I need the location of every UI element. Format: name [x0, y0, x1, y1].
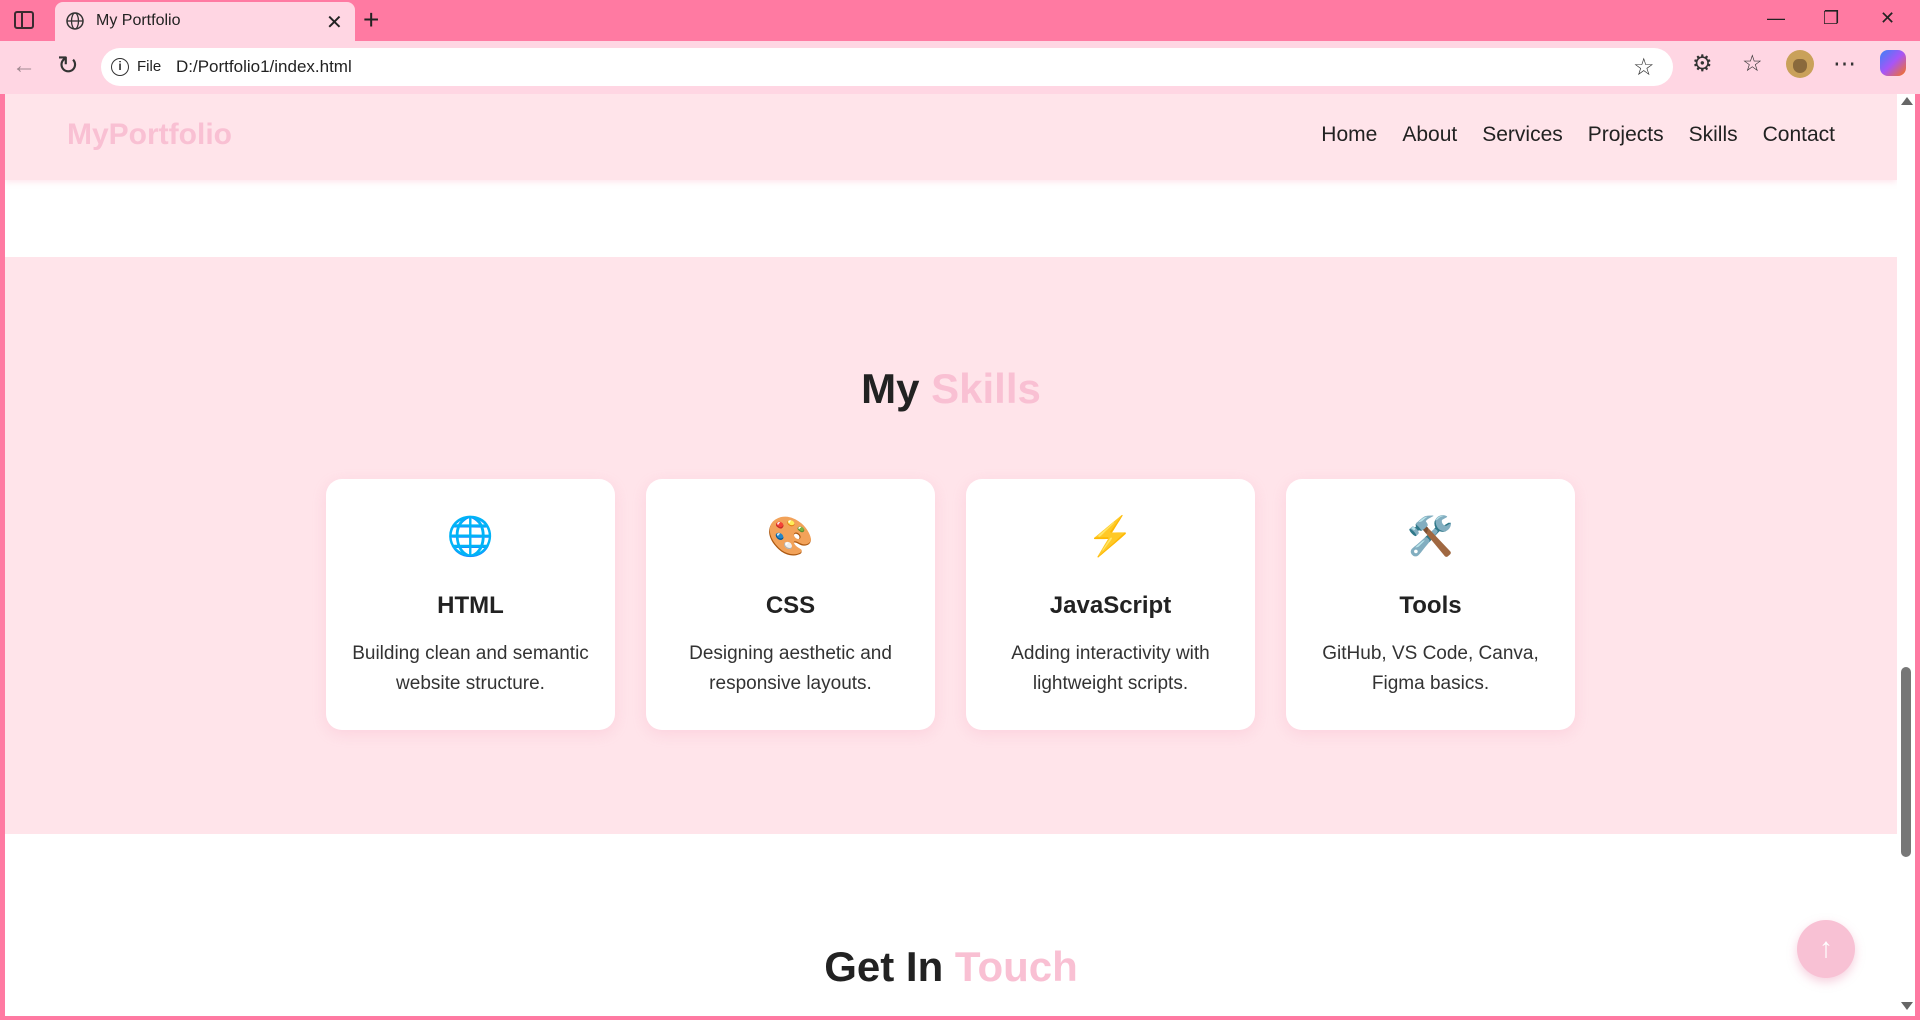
back-arrow-icon[interactable]: ←	[12, 52, 36, 80]
skill-card-css: 🎨 CSS Designing aesthetic and responsive…	[646, 479, 935, 730]
page-viewport: MyPortfolio Home About Services Projects…	[5, 94, 1897, 1016]
nav-about[interactable]: About	[1402, 123, 1457, 147]
more-options-icon[interactable]: ⋯	[1833, 50, 1856, 77]
skill-card-title: JavaScript	[1049, 592, 1172, 619]
nav-home[interactable]: Home	[1321, 123, 1377, 147]
nav-services[interactable]: Services	[1482, 123, 1563, 147]
skill-card-tools: 🛠️ Tools GitHub, VS Code, Canva, Figma b…	[1286, 479, 1575, 730]
reload-icon[interactable]: ↻	[57, 50, 79, 81]
skill-card-text: Designing aesthetic and responsive layou…	[689, 643, 892, 694]
skills-title: My Skills	[5, 365, 1897, 413]
close-tab-icon[interactable]: ✕	[326, 10, 343, 35]
skills-section: My Skills 🌐 HTML Building clean and sema…	[5, 257, 1897, 834]
scroll-down-arrow-icon[interactable]	[1901, 1002, 1913, 1010]
site-nav: Home About Services Projects Skills Cont…	[1321, 123, 1835, 147]
skills-cards: 🌐 HTML Building clean and semantic websi…	[326, 479, 1575, 730]
minimize-button[interactable]: —	[1767, 8, 1785, 29]
profile-avatar[interactable]	[1786, 50, 1814, 78]
favorite-star-icon[interactable]: ☆	[1633, 53, 1655, 82]
skills-title-main: My	[861, 365, 920, 412]
contact-title: Get In Touch	[5, 943, 1897, 991]
browser-tab[interactable]: My Portfolio ✕	[55, 2, 355, 41]
skill-card-title: Tools	[1399, 592, 1462, 619]
sidebar-toggle-icon[interactable]	[14, 11, 34, 29]
back-to-top-button[interactable]: ↑	[1797, 920, 1855, 978]
skills-title-accent: Skills	[931, 365, 1041, 412]
favorites-icon[interactable]: ☆	[1742, 50, 1763, 77]
skill-card-html: 🌐 HTML Building clean and semantic websi…	[326, 479, 615, 730]
site-header: MyPortfolio Home About Services Projects…	[5, 94, 1897, 180]
address-bar[interactable]: i File D:/Portfolio1/index.html ☆	[101, 48, 1673, 86]
skill-card-text: Adding interactivity with lightweight sc…	[1011, 643, 1210, 694]
nav-skills[interactable]: Skills	[1689, 123, 1738, 147]
browser-toolbar: ← ↻ i File D:/Portfolio1/index.html ☆ ⚙ …	[0, 41, 1920, 94]
globe-icon	[66, 12, 84, 30]
close-window-button[interactable]: ✕	[1880, 8, 1895, 29]
browser-title-bar: My Portfolio ✕ + — ❐ ✕	[0, 0, 1920, 41]
skill-card-text: Building clean and semantic website stru…	[352, 643, 589, 694]
globe-icon: 🌐	[446, 516, 495, 558]
tools-icon: 🛠️	[1406, 516, 1455, 558]
skill-card-javascript: ⚡ JavaScript Adding interactivity with l…	[966, 479, 1255, 730]
url-text[interactable]: D:/Portfolio1/index.html	[176, 57, 352, 77]
restore-button[interactable]: ❐	[1823, 8, 1839, 29]
scroll-thumb[interactable]	[1901, 667, 1911, 857]
skill-card-text: GitHub, VS Code, Canva, Figma basics.	[1322, 643, 1539, 694]
scheme-label: File	[137, 58, 162, 75]
extensions-icon[interactable]: ⚙	[1692, 50, 1713, 77]
copilot-icon[interactable]	[1880, 50, 1906, 76]
new-tab-button[interactable]: +	[363, 4, 379, 36]
site-logo[interactable]: MyPortfolio	[67, 118, 232, 152]
tab-title: My Portfolio	[96, 12, 181, 29]
contact-title-accent: Touch	[954, 943, 1078, 990]
palette-icon: 🎨	[766, 516, 815, 558]
info-icon[interactable]: i	[111, 58, 129, 76]
scroll-up-arrow-icon[interactable]	[1901, 97, 1913, 105]
nav-contact[interactable]: Contact	[1763, 123, 1835, 147]
nav-projects[interactable]: Projects	[1588, 123, 1664, 147]
skill-card-title: HTML	[437, 592, 504, 619]
page-scrollbar[interactable]	[1897, 94, 1915, 1016]
contact-title-main: Get In	[824, 943, 944, 990]
lightning-icon: ⚡	[1086, 516, 1135, 558]
skill-card-title: CSS	[765, 592, 816, 619]
